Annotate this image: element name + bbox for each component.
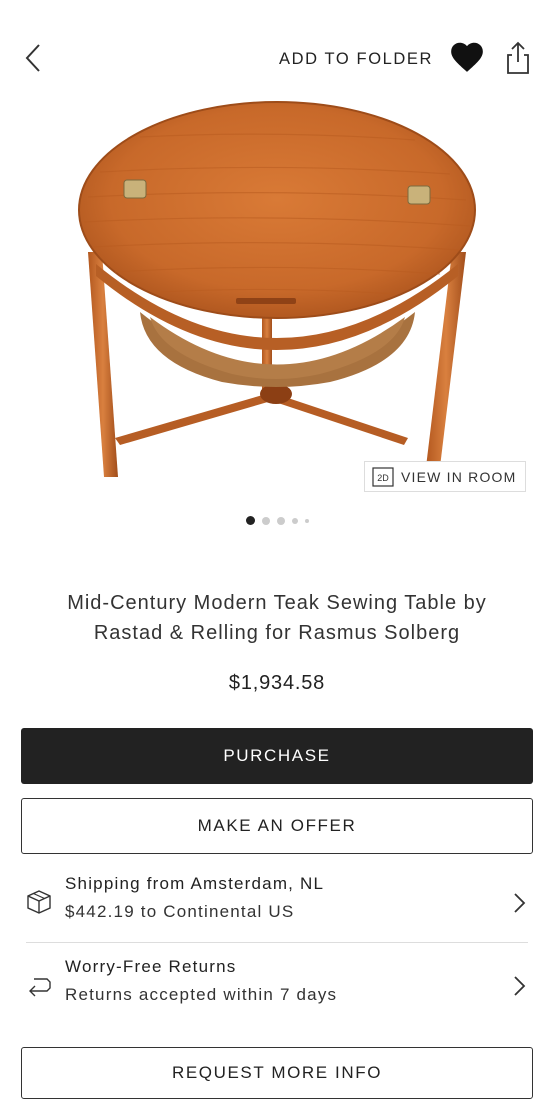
divider (26, 942, 528, 943)
view-in-room-label: VIEW IN ROOM (401, 468, 517, 485)
share-button[interactable] (502, 40, 534, 76)
back-button[interactable] (18, 40, 48, 76)
view-in-room-icon: 2D (372, 466, 394, 487)
returns-title: Worry-Free Returns (65, 957, 237, 976)
chevron-right-icon (514, 976, 526, 996)
carousel-dot[interactable] (304, 518, 309, 523)
favorite-button[interactable] (448, 38, 486, 76)
shipping-cost: $442.19 to Continental US (65, 902, 295, 921)
carousel-dot[interactable] (276, 516, 285, 525)
request-more-info-button[interactable]: REQUEST MORE INFO (21, 1047, 533, 1099)
product-title-line1: Mid-Century Modern Teak Sewing Table by (67, 592, 487, 614)
carousel-dot[interactable] (261, 516, 270, 525)
shipping-row[interactable]: Shipping from Amsterdam, NL $442.19 to C… (21, 864, 533, 942)
chevron-right-icon (514, 893, 526, 913)
product-title-line2: Rastad & Relling for Rasmus Solberg (93, 622, 461, 644)
carousel-dot[interactable] (291, 517, 298, 524)
view-in-room-button[interactable]: 2D VIEW IN ROOM (364, 461, 526, 492)
product-title: Mid-Century Modern Teak Sewing Table by … (20, 588, 534, 648)
returns-row[interactable]: Worry-Free Returns Returns accepted with… (21, 947, 533, 1025)
svg-text:2D: 2D (377, 473, 389, 483)
package-icon (27, 890, 51, 914)
returns-policy: Returns accepted within 7 days (65, 985, 338, 1004)
purchase-button[interactable]: PURCHASE (21, 728, 533, 784)
carousel-dot-active[interactable] (245, 516, 255, 525)
product-price: $1,934.58 (228, 672, 326, 694)
share-icon (507, 41, 529, 74)
add-to-folder-button[interactable]: ADD TO FOLDER (279, 50, 433, 69)
product-image[interactable] (0, 92, 554, 507)
carousel-indicator (0, 516, 554, 525)
make-offer-button[interactable]: MAKE AN OFFER (21, 798, 533, 854)
chevron-left-icon (25, 44, 40, 72)
return-arrow-icon (29, 978, 51, 997)
heart-icon (451, 42, 483, 72)
shipping-title: Shipping from Amsterdam, NL (65, 874, 325, 893)
